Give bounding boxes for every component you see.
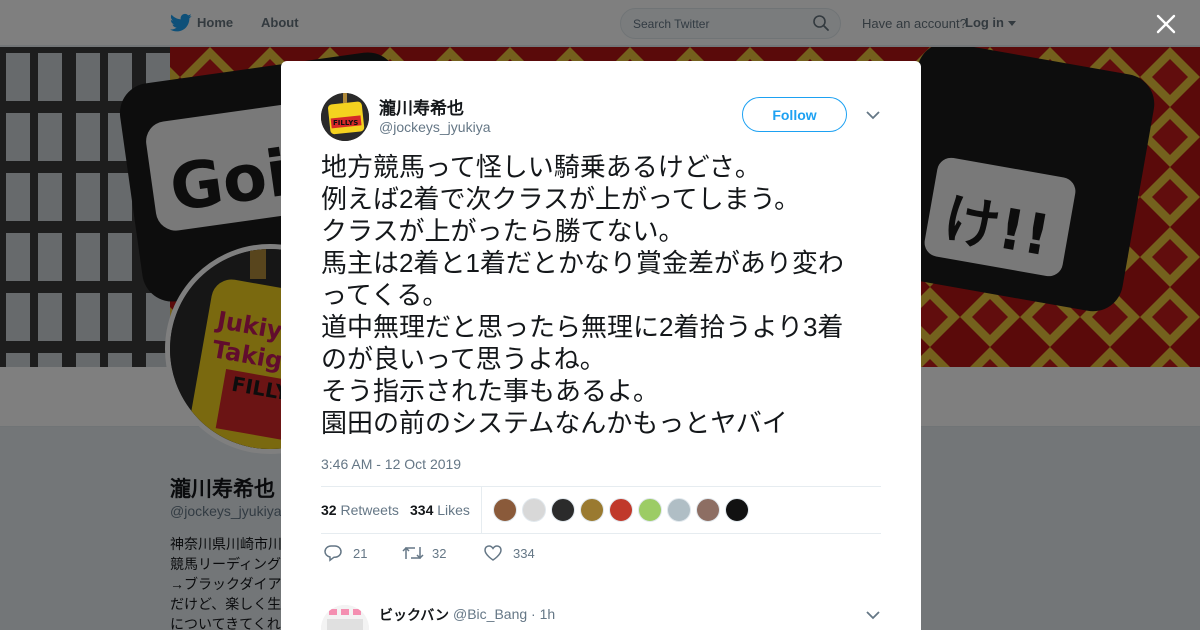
liker-avatar[interactable] <box>696 498 720 522</box>
liker-avatar[interactable] <box>638 498 662 522</box>
chevron-down-icon[interactable] <box>865 609 881 621</box>
author-name[interactable]: 瀧川寿希也 <box>379 94 464 119</box>
tweet-line: そう指示された事もあるよ。 <box>321 376 660 406</box>
liker-avatar[interactable] <box>667 498 691 522</box>
retweet-button[interactable]: 32 <box>402 543 462 563</box>
retweet-count: 32 <box>432 546 447 561</box>
liker-avatar[interactable] <box>522 498 546 522</box>
svg-text:FILLYS: FILLYS <box>333 119 358 127</box>
liker-avatar[interactable] <box>725 498 749 522</box>
tweet-timestamp[interactable]: 3:46 AM - 12 Oct 2019 <box>321 456 461 472</box>
retweets-count: 32 <box>321 502 337 518</box>
tweet-text: 地方競馬って怪しい騎乗あるけどさ。 例えば2着で次クラスが上がってしまう。 クラ… <box>321 151 886 439</box>
reply-count: 21 <box>353 546 368 561</box>
reply-avatar-image <box>321 605 369 630</box>
reply-author-meta[interactable]: @Bic_Bang · 1h <box>453 606 555 622</box>
reply-avatar[interactable] <box>321 605 369 630</box>
author-handle[interactable]: @jockeys_jyukiya <box>379 119 490 135</box>
retweet-icon <box>402 546 424 560</box>
follow-button[interactable]: Follow <box>742 97 847 132</box>
retweets-stat[interactable]: 32 Retweets <box>321 502 399 518</box>
tweet-line: 園田の前のシステムなんかもっとヤバイ <box>321 408 788 438</box>
liker-avatar[interactable] <box>580 498 604 522</box>
liker-avatar[interactable] <box>493 498 517 522</box>
like-button[interactable]: 334 <box>483 543 563 563</box>
tweet-line: 道中無理だと思ったら無理に2着拾うより3着 <box>321 312 844 342</box>
likes-label: Likes <box>437 502 470 518</box>
tweet-stats: 32 Retweets 334 Likes <box>321 486 881 534</box>
tweet-line: ってくる。 <box>321 280 449 310</box>
reply-author-name[interactable]: ビックバン <box>379 605 449 625</box>
reply-tweet[interactable]: ビックバン @Bic_Bang · 1h <box>321 601 881 630</box>
tweet-line: 例えば2着で次クラスが上がってしまう。 <box>321 184 801 214</box>
stats-divider <box>481 487 482 533</box>
tweet-line: 地方競馬って怪しい騎乗あるけどさ。 <box>321 152 761 182</box>
likes-stat[interactable]: 334 Likes <box>410 502 470 518</box>
retweets-label: Retweets <box>340 502 399 518</box>
reply-time: · 1h <box>531 606 556 622</box>
reply-button[interactable]: 21 <box>323 543 383 563</box>
tweet-line: クラスが上がったら勝てない。 <box>321 216 685 246</box>
liker-avatar[interactable] <box>609 498 633 522</box>
likes-count: 334 <box>410 502 434 518</box>
tweet-actions: 21 32 334 <box>321 543 881 567</box>
tweet-line: のが良いって思うよね。 <box>321 344 606 374</box>
tweet-line: 馬主は2着と1着だとかなり賞金差があり変わ <box>321 248 844 278</box>
author-avatar-image: FILLYS <box>321 93 369 141</box>
chevron-down-icon[interactable] <box>865 109 881 121</box>
reply-icon <box>324 545 342 562</box>
liker-avatar[interactable] <box>551 498 575 522</box>
heart-icon <box>484 545 502 561</box>
tweet-modal: FILLYS 瀧川寿希也 @jockeys_jyukiya Follow 地方競… <box>281 61 921 630</box>
author-avatar[interactable]: FILLYS <box>321 93 369 141</box>
close-icon[interactable] <box>1156 14 1176 34</box>
reply-author-handle: @Bic_Bang <box>453 606 528 622</box>
like-count: 334 <box>513 546 535 561</box>
